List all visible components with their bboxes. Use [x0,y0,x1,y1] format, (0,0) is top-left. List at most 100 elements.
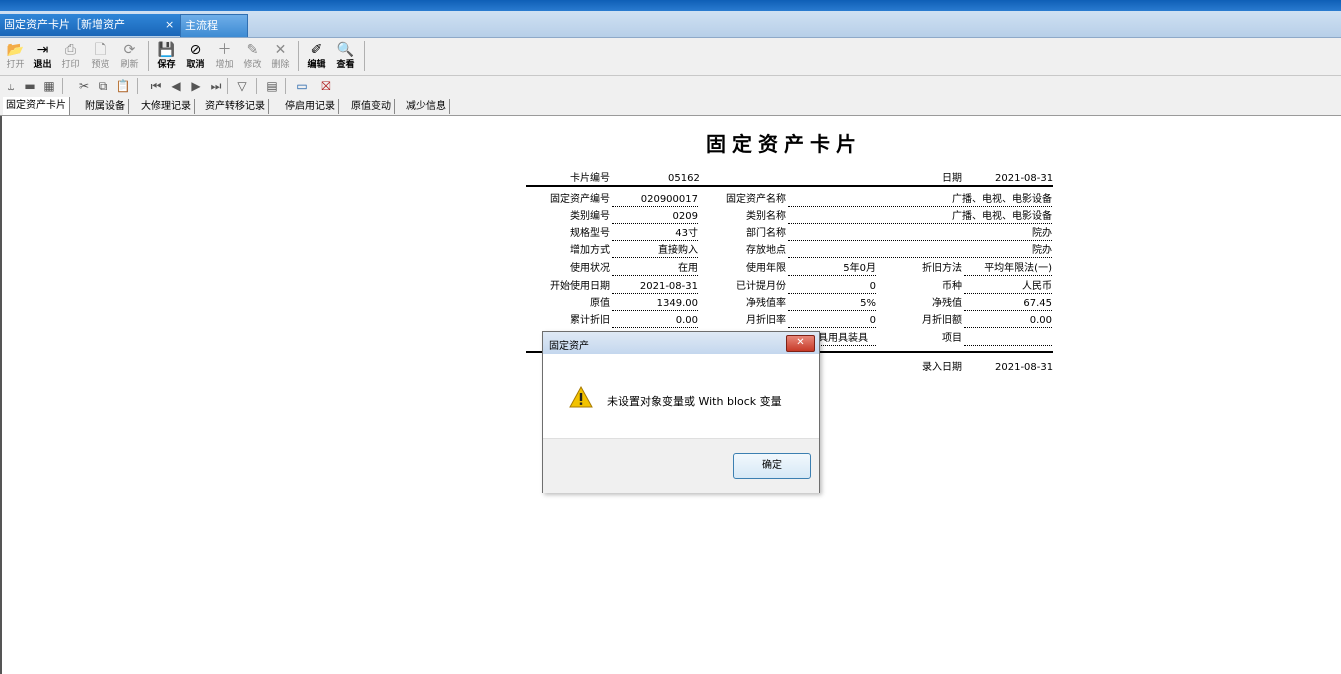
dialog-titlebar[interactable]: 固定资产 ✕ [543,332,819,354]
preview-icon: 🗋 [94,42,107,58]
card-icon[interactable]: ▬ [22,78,38,94]
subtab-attached-equipment[interactable]: 附属设备 [82,99,129,114]
tab-main-flow[interactable]: 主流程 [180,14,248,37]
add-method-label: 增加方式 [570,245,610,256]
start-date-label: 开始使用日期 [550,281,610,292]
category-code-field[interactable]: 0209 [612,211,698,224]
acc-dep-field[interactable]: 0.00 [612,315,698,328]
acc-dep-label: 累计折旧 [570,315,610,326]
display-icon[interactable]: ▭ [294,78,310,94]
subtab-transfer-records[interactable]: 资产转移记录 [202,99,269,114]
cancel-button[interactable]: ⊘ 取消 [184,40,207,71]
asset-code-field[interactable]: 020900017 [612,194,698,207]
subtab-repair-records[interactable]: 大修理记录 [138,99,195,114]
edit-card-button[interactable]: ✐ 编辑 [305,40,328,71]
dep-method-field[interactable]: 平均年限法(一) [964,263,1052,276]
months-field[interactable]: 0 [788,281,876,294]
dep-method-label: 折旧方法 [922,263,962,274]
button-label: 修改 [243,60,262,70]
location-field[interactable]: 院办 [788,245,1052,258]
toolbar-separator [137,78,138,94]
start-date-field[interactable]: 2021-08-31 [612,281,698,294]
modify-button[interactable]: ✎ 修改 [241,40,264,71]
ok-button[interactable]: 确定 [733,453,811,479]
currency-field[interactable]: 人民币 [964,281,1052,294]
month-rate-field[interactable]: 0 [788,315,876,328]
delete-icon: ✕ [274,42,287,58]
card-no-label: 卡片编号 [570,173,610,184]
subtab-value-change[interactable]: 原值变动 [348,99,395,114]
edit-card-icon: ✐ [310,42,323,58]
columns-icon[interactable]: ▦ [41,78,57,94]
window-top-strip [0,0,1341,11]
month-rate-label: 月折旧率 [746,315,786,326]
residual-rate-field[interactable]: 5% [788,298,876,311]
dept-field[interactable]: 院办 [788,228,1052,241]
cancel-icon: ⊘ [189,42,202,58]
filter-icon[interactable]: ▽ [234,78,250,94]
first-record-icon[interactable]: ⏮ [148,78,164,94]
category-code-label: 类别编号 [570,211,610,222]
copy-icon[interactable]: ⧉ [95,78,111,94]
view-button[interactable]: 🔍 查看 [334,40,357,71]
exit-icon: ⇥ [36,42,49,58]
button-label: 查看 [336,60,355,70]
button-label: 刷新 [120,60,139,70]
dialog-footer: 确定 [543,438,819,493]
tab-fixed-asset-card[interactable]: 固定资产卡片［新增资产 × [0,14,180,36]
prev-record-icon[interactable]: ◀ [168,78,184,94]
grid-icon[interactable]: ▤ [264,78,280,94]
life-field[interactable]: 5年0月 [788,263,876,276]
refresh-button[interactable]: ⟳ 刷新 [118,40,141,71]
paste-icon[interactable]: 📋 [115,78,131,94]
preview-button[interactable]: 🗋 预览 [89,40,112,71]
toolbar-separator [298,41,299,71]
exit-button[interactable]: ⇥ 退出 [31,40,54,71]
open-button[interactable]: 📂 打开 [4,40,27,71]
dialog-body: 未设置对象变量或 With block 变量 [543,354,819,438]
content-border [0,116,2,674]
asset-name-label: 固定资产名称 [726,194,786,205]
toolbar-separator [285,78,286,94]
delete-button[interactable]: ✕ 删除 [269,40,292,71]
orig-value-field[interactable]: 1349.00 [612,298,698,311]
flag-icon[interactable]: ⛝ [318,78,334,94]
button-label: 取消 [186,60,205,70]
button-label: 打开 [6,60,25,70]
location-label: 存放地点 [746,245,786,256]
project-label: 项目 [942,333,962,344]
filter-funnel-icon[interactable]: ⥿ [3,78,19,94]
life-label: 使用年限 [746,263,786,274]
month-dep-field[interactable]: 0.00 [964,315,1052,328]
card-no-value: 05162 [668,173,700,184]
tab-label: 固定资产卡片［新增资产 [4,18,125,31]
status-field[interactable]: 在用 [612,263,698,276]
next-record-icon[interactable]: ▶ [188,78,204,94]
subtab-stop-start-records[interactable]: 停启用记录 [282,99,339,114]
orig-value-label: 原值 [590,298,610,309]
button-label: 打印 [61,60,80,70]
last-record-icon[interactable]: ⏭ [208,78,224,94]
add-method-field[interactable]: 直接购入 [612,245,698,258]
cut-icon[interactable]: ✂ [76,78,92,94]
button-label: 编辑 [307,60,326,70]
close-icon[interactable]: ✕ [786,335,815,352]
subtab-card[interactable]: 固定资产卡片 [3,97,70,115]
partial-field-text[interactable]: 具用具装具 [818,333,876,346]
save-button[interactable]: 💾 保存 [155,40,178,71]
button-label: 删除 [271,60,290,70]
residual-rate-label: 净残值率 [746,298,786,309]
model-label: 规格型号 [570,228,610,239]
dialog-message: 未设置对象变量或 With block 变量 [607,395,782,408]
card-subtabs: 固定资产卡片 附属设备 大修理记录 资产转移记录 停启用记录 原值变动 减少信息 [0,96,1341,116]
tab-close-icon[interactable]: × [165,14,174,36]
print-button[interactable]: ⎙ 打印 [59,40,82,71]
subtab-reduction-info[interactable]: 减少信息 [403,99,450,114]
category-name-field[interactable]: 广播、电视、电影设备 [788,211,1052,224]
project-field[interactable] [964,333,1052,346]
button-label: 增加 [215,60,234,70]
add-button[interactable]: ＋ 增加 [213,40,236,71]
model-field[interactable]: 43寸 [612,228,698,241]
asset-name-field[interactable]: 广播、电视、电影设备 [788,194,1052,207]
residual-field[interactable]: 67.45 [964,298,1052,311]
